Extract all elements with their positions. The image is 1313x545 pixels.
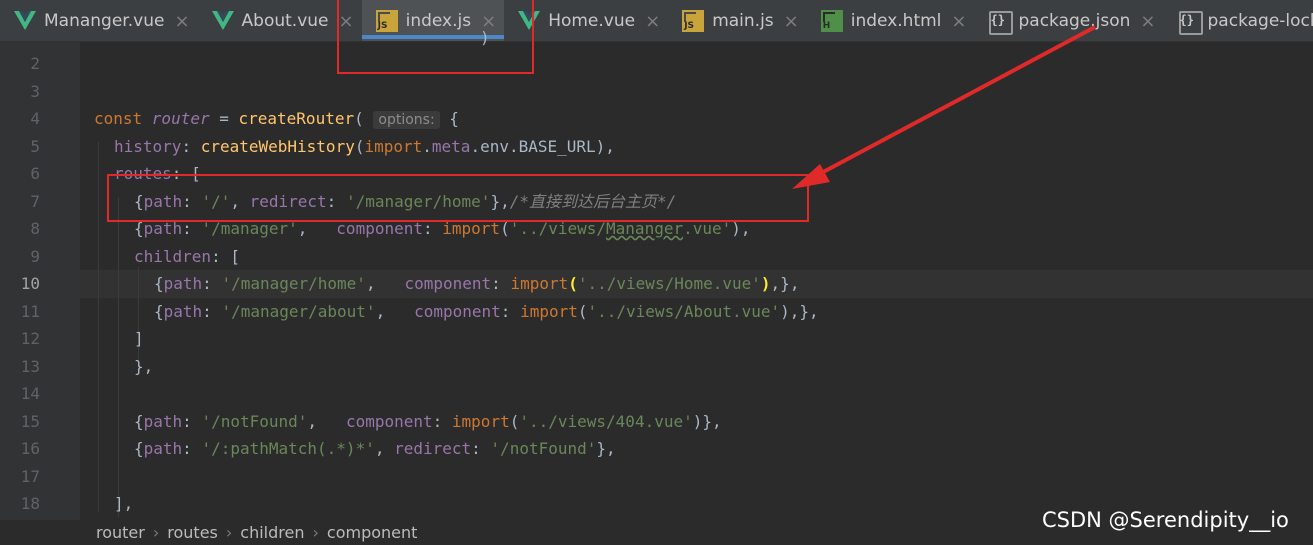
code-line-8: {path: '/manager', component: import('..… — [134, 219, 751, 238]
parameter-hint: options: — [373, 111, 440, 129]
tab-label: index.html — [850, 11, 942, 31]
code-line-11: {path: '/manager/about', component: impo… — [154, 302, 819, 321]
indent-guide — [118, 197, 119, 517]
code-line-13: }, — [134, 357, 154, 376]
current-line-number: 10 — [20, 274, 40, 293]
line-number: 14 — [20, 384, 40, 403]
code-line-4: const router = createRouter( options: { — [94, 109, 459, 129]
breadcrumb-item-router[interactable]: router — [96, 523, 145, 542]
line-number: 9 — [30, 247, 40, 266]
breadcrumb-item-component[interactable]: component — [327, 523, 418, 542]
line-number: 15 — [20, 412, 40, 431]
code-line-12: ] — [134, 329, 144, 348]
code-editor[interactable]: ) const router = createRouter( options: … — [80, 28, 1313, 520]
code-line-10: {path: '/manager/home', component: impor… — [154, 274, 800, 293]
code-line-9: children: [ — [134, 247, 240, 266]
tab-label: Home.vue — [548, 11, 636, 31]
line-number: 3 — [30, 82, 40, 101]
chevron-right-icon: › — [312, 523, 319, 542]
line-number: 17 — [20, 467, 40, 486]
tab-label: package-lock.json — [1207, 11, 1313, 31]
indent-guide — [98, 142, 99, 512]
line-number: 18 — [20, 494, 40, 513]
line-number: 16 — [20, 439, 40, 458]
line-number: 8 — [30, 219, 40, 238]
code-line-18: ], — [114, 494, 134, 513]
tab-label: Mananger.vue — [44, 11, 165, 31]
chevron-right-icon: › — [152, 523, 160, 542]
watermark: CSDN @Serendipity__io — [1042, 508, 1289, 532]
line-number-gutter: 2 3 4 5 6 7 8 9 10 11 12 13 14 15 16 17 … — [0, 42, 114, 520]
json-file-icon: {} — [1178, 10, 1203, 35]
line-number: 2 — [30, 54, 40, 73]
close-icon[interactable]: × — [784, 11, 799, 32]
tab-package-json[interactable]: {} package.json × — [974, 0, 1163, 41]
line-number: 7 — [30, 192, 40, 211]
close-icon[interactable]: × — [174, 11, 189, 32]
highlight-box-index-tab — [337, 0, 534, 74]
vue-file-icon — [14, 10, 36, 32]
indent-guide — [138, 267, 139, 367]
line-number: 11 — [20, 302, 40, 321]
vue-file-icon — [211, 10, 234, 32]
breadcrumb-item-children[interactable]: children — [240, 523, 304, 542]
json-file-icon: {} — [988, 10, 1014, 35]
tab-index-html[interactable]: H index.html × — [807, 0, 975, 41]
line-number: 6 — [30, 164, 40, 183]
code-line-5: history: createWebHistory(import.meta.en… — [114, 137, 615, 156]
close-icon[interactable]: × — [951, 11, 966, 32]
js-file-icon: JS — [682, 10, 705, 32]
line-number: 5 — [30, 137, 40, 156]
tab-main-js[interactable]: JS main.js × — [668, 0, 807, 41]
html-file-icon: H — [820, 10, 843, 32]
line-number: 13 — [20, 357, 40, 376]
tab-label: main.js — [712, 11, 774, 31]
highlight-box-redirect-line — [107, 174, 809, 222]
line-number: 12 — [20, 329, 40, 348]
tab-mananger-vue[interactable]: Mananger.vue × — [0, 0, 198, 41]
editor-tab-bar: Mananger.vue × About.vue × JS index.js ×… — [0, 0, 1313, 42]
tab-package-lock-json[interactable]: {} package-lock.json — [1164, 0, 1313, 41]
close-icon[interactable]: × — [1140, 11, 1155, 32]
tab-label: About.vue — [241, 11, 329, 31]
line-number: 4 — [30, 109, 40, 128]
breadcrumb-item-routes[interactable]: routes — [167, 523, 218, 542]
tab-label: package.json — [1018, 11, 1131, 31]
code-line-16: {path: '/:pathMatch(.*)*', redirect: '/n… — [134, 439, 616, 458]
close-icon[interactable]: × — [645, 11, 660, 32]
code-line-15: {path: '/notFound', component: import('.… — [134, 412, 722, 431]
chevron-right-icon: › — [225, 523, 233, 542]
